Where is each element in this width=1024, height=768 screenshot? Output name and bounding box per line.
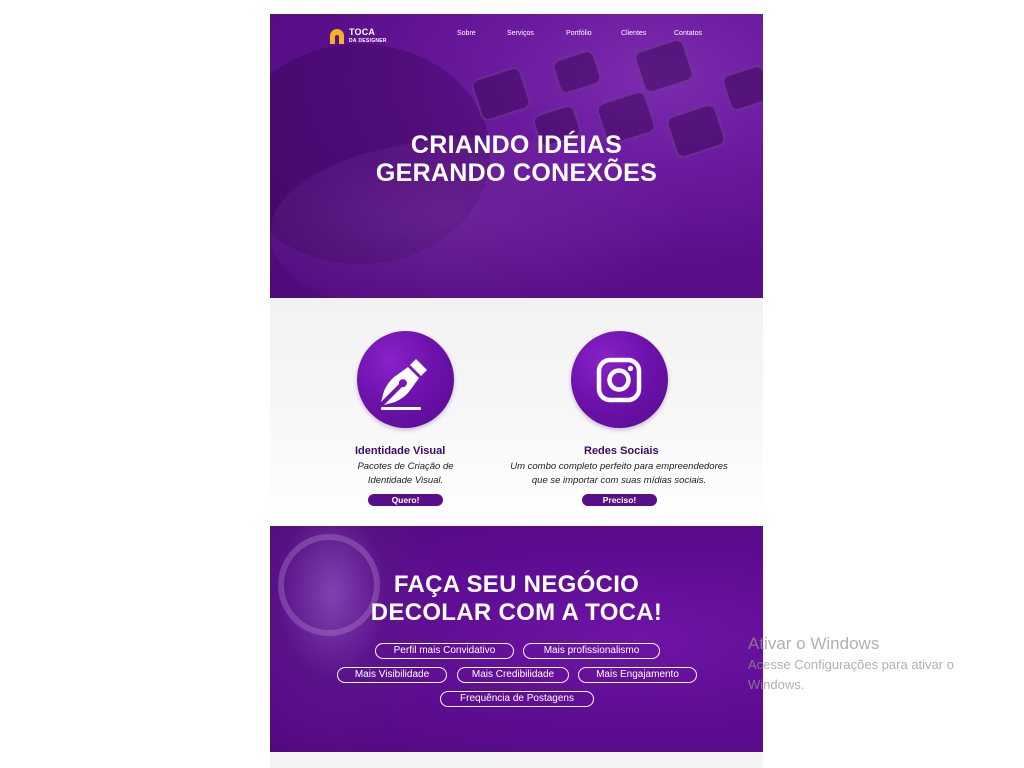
app-tile-icon: [720, 63, 763, 113]
top-navigation: TOCA DA DESIGNER Sobre Serviços Portfóli…: [270, 14, 763, 58]
service-description-line-1: Pacotes de Criação de: [357, 461, 454, 472]
services-section: Identidade Visual Pacotes de Criação de …: [270, 298, 763, 526]
benefit-pill: Frequência de Postagens: [440, 691, 594, 707]
service-title-identidade-visual: Identidade Visual: [355, 445, 446, 457]
nav-item-contatos[interactable]: Contatos: [674, 30, 702, 37]
watermark-title: Ativar o Windows: [748, 634, 880, 653]
brand-logo[interactable]: TOCA DA DESIGNER: [328, 26, 398, 48]
benefit-pill: Mais profissionalismo: [523, 643, 660, 659]
watermark-line-2: Windows.: [748, 677, 805, 692]
service-description-redes-sociais: Um combo completo perfeito para empreend…: [488, 460, 750, 488]
nav-item-sobre[interactable]: Sobre: [457, 30, 476, 37]
cta-section: FAÇA SEU NEGÓCIO DECOLAR COM A TOCA! Per…: [270, 526, 763, 752]
landing-page: TOCA DA DESIGNER Sobre Serviços Portfóli…: [270, 14, 763, 768]
service-description-line-2: que se importar com suas mídias sociais.: [531, 475, 707, 486]
watermark-line-1: Acesse Configurações para ativar o: [748, 657, 954, 672]
preciso-button[interactable]: Preciso!: [582, 494, 657, 506]
redes-sociais-icon-circle: [571, 331, 668, 428]
hero-heading-line-1: CRIANDO IDÉIAS: [410, 131, 623, 159]
pen-nib-icon: [381, 359, 427, 410]
hero-heading-line-2: GERANDO CONEXÕES: [375, 159, 658, 187]
brand-name: TOCA: [349, 27, 376, 37]
service-description-line-2: Identidade Visual.: [367, 475, 444, 486]
service-description-line-1: Um combo completo perfeito para empreend…: [510, 461, 728, 472]
nav-item-portfolio[interactable]: Portfólio: [566, 30, 592, 37]
cta-heading-line-1: FAÇA SEU NEGÓCIO: [393, 571, 640, 598]
brand-subtitle: DA DESIGNER: [349, 38, 387, 44]
benefit-pill: Mais Visibilidade: [337, 667, 447, 683]
nav-item-clientes[interactable]: Clientes: [621, 30, 646, 37]
identidade-visual-icon-circle: [357, 331, 454, 428]
hero-heading: CRIANDO IDÉIAS GERANDO CONEXÕES: [270, 131, 763, 187]
benefit-pill: Perfil mais Convidativo: [375, 643, 514, 659]
windows-activation-watermark: Ativar o Windows Acesse Configurações pa…: [748, 633, 1018, 695]
watermark-text: Acesse Configurações para ativar o Windo…: [748, 655, 1018, 695]
hero-section: TOCA DA DESIGNER Sobre Serviços Portfóli…: [270, 14, 763, 298]
benefit-pill: Mais Credibilidade: [457, 667, 569, 683]
instagram-icon: [596, 357, 642, 403]
footer-strip: [270, 752, 763, 768]
logo-arch-icon: [330, 29, 344, 44]
benefit-pill: Mais Engajamento: [578, 667, 697, 683]
nav-item-servicos[interactable]: Serviços: [507, 30, 534, 37]
service-title-redes-sociais: Redes Sociais: [584, 445, 659, 457]
quero-button[interactable]: Quero!: [368, 494, 443, 506]
cta-heading: FAÇA SEU NEGÓCIO DECOLAR COM A TOCA!: [270, 571, 763, 627]
cta-heading-line-2: DECOLAR COM A TOCA!: [370, 599, 663, 626]
service-description-identidade-visual: Pacotes de Criação de Identidade Visual.: [340, 460, 471, 488]
